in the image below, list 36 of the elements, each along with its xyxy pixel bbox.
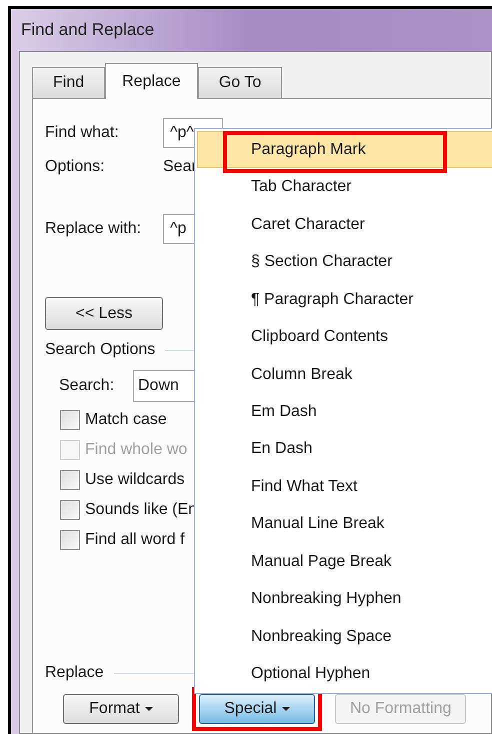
checkbox-label: Use wildcards bbox=[85, 470, 185, 490]
field-label: Find what: bbox=[45, 123, 120, 143]
window-title: Find and Replace bbox=[21, 19, 154, 42]
menu-item[interactable]: Clipboard Contents bbox=[197, 318, 492, 356]
tab[interactable]: Go To bbox=[198, 67, 282, 98]
field-label: Search: bbox=[59, 376, 116, 396]
caret-icon bbox=[144, 707, 153, 711]
field-label: Replace with: bbox=[45, 219, 142, 239]
checkbox[interactable] bbox=[60, 410, 80, 430]
less-button[interactable]: << Less bbox=[45, 297, 163, 330]
checkbox[interactable] bbox=[60, 470, 80, 490]
menu-item[interactable]: Paragraph Mark bbox=[197, 131, 492, 168]
dropdown-button[interactable]: Special bbox=[199, 694, 315, 724]
menu-item[interactable]: ¶ Paragraph Character bbox=[197, 280, 492, 318]
tab[interactable]: Find bbox=[32, 67, 106, 98]
menu-item[interactable]: Tab Character bbox=[197, 168, 492, 206]
tab[interactable]: Replace bbox=[105, 63, 198, 99]
section-heading: Search Options bbox=[45, 340, 156, 360]
checkbox[interactable] bbox=[60, 530, 80, 550]
options-text: Sear bbox=[163, 157, 197, 177]
menu-item[interactable]: Nonbreaking Hyphen bbox=[197, 580, 492, 618]
menu-item[interactable]: Optional Hyphen bbox=[197, 656, 492, 694]
menu-item[interactable]: Find What Text bbox=[197, 468, 492, 506]
menu-item[interactable]: En Dash bbox=[197, 430, 492, 468]
field-label: Options: bbox=[45, 157, 106, 177]
checkbox-label: Find all word f bbox=[85, 530, 185, 550]
dropdown-button[interactable]: Format bbox=[63, 694, 179, 724]
section-heading: Replace bbox=[45, 663, 104, 683]
caret-icon bbox=[282, 707, 290, 711]
checkbox-label: Match case bbox=[85, 410, 167, 430]
menu-item[interactable]: § Section Character bbox=[197, 243, 492, 281]
checkbox-label: Find whole wo bbox=[85, 440, 188, 460]
checkbox[interactable] bbox=[60, 500, 80, 520]
menu-item[interactable]: Manual Line Break bbox=[197, 506, 492, 544]
menu-item[interactable]: Nonbreaking Space bbox=[197, 618, 492, 656]
menu-item[interactable]: Manual Page Break bbox=[197, 543, 492, 581]
